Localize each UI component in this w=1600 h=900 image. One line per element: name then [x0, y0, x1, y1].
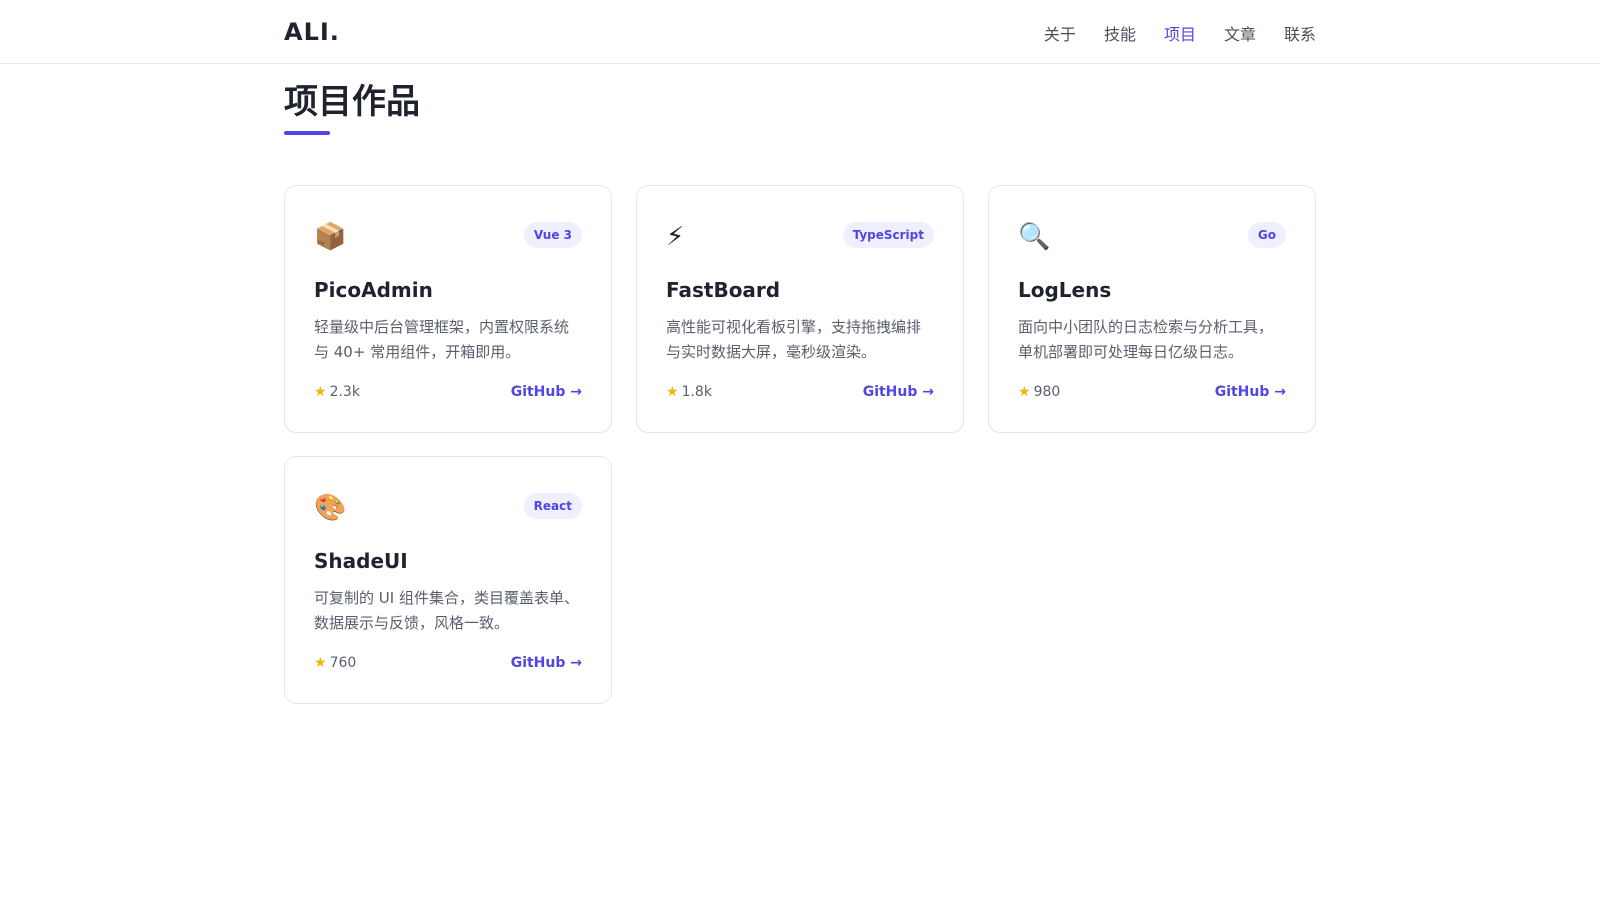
nav-item-projects[interactable]: 项目 — [1164, 21, 1196, 45]
star-icon: ★ — [666, 384, 679, 400]
star-icon: ★ — [1018, 384, 1031, 400]
star-count-value: 1.8k — [681, 384, 712, 400]
project-description: 面向中小团队的日志检索与分析工具，单机部署即可处理每日亿级日志。 — [1018, 318, 1274, 361]
palette-icon: 🎨 — [314, 493, 347, 523]
github-link[interactable]: GitHub → — [863, 382, 934, 402]
star-count: ★ 760 — [314, 653, 356, 673]
star-count: ★ 980 — [1018, 382, 1060, 402]
card-footer: ★ 760 GitHub → — [314, 653, 582, 673]
star-icon: ★ — [314, 384, 327, 400]
nav-item-skills[interactable]: 技能 — [1104, 21, 1136, 45]
github-link[interactable]: GitHub → — [511, 653, 582, 673]
project-name: PicoAdmin — [314, 278, 433, 302]
github-link[interactable]: GitHub → — [511, 382, 582, 402]
tech-tag: React — [523, 493, 582, 519]
magnifier-icon: 🔍 — [1018, 222, 1051, 252]
card-header: ⚡ TypeScript — [666, 222, 934, 252]
nav-item-articles[interactable]: 文章 — [1224, 21, 1256, 45]
project-card-fastboard[interactable]: ⚡ TypeScript FastBoard 高性能可视化看板引擎，支持拖拽编排… — [636, 185, 964, 433]
card-header: 📦 Vue 3 — [314, 222, 582, 252]
title-underline — [284, 131, 330, 135]
site-logo[interactable]: ALI. — [284, 18, 340, 46]
project-description: 轻量级中后台管理框架，内置权限系统与 40+ 常用组件，开箱即用。 — [314, 318, 570, 361]
card-header: 🎨 React — [314, 493, 582, 523]
nav-item-about[interactable]: 关于 — [1044, 21, 1076, 45]
project-name: LogLens — [1018, 278, 1112, 302]
project-name: FastBoard — [666, 278, 781, 302]
main-nav: 关于 技能 项目 文章 联系 — [1044, 21, 1316, 45]
tech-tag: Go — [1247, 222, 1286, 248]
package-icon: 📦 — [314, 222, 347, 252]
project-description: 高性能可视化看板引擎，支持拖拽编排与实时数据大屏，毫秒级渲染。 — [666, 318, 922, 361]
star-count-value: 980 — [1033, 384, 1061, 400]
projects-grid: 📦 Vue 3 PicoAdmin 轻量级中后台管理框架，内置权限系统与 40+… — [284, 185, 1316, 704]
tech-tag: TypeScript — [842, 222, 934, 248]
project-card-loglens[interactable]: 🔍 Go LogLens 面向中小团队的日志检索与分析工具，单机部署即可处理每日… — [988, 185, 1316, 433]
star-count-value: 760 — [329, 655, 357, 671]
lightning-icon: ⚡ — [666, 222, 685, 252]
card-footer: ★ 2.3k GitHub → — [314, 382, 582, 402]
top-navbar: ALI. 关于 技能 项目 文章 联系 — [0, 0, 1600, 64]
section-title: 项目作品 — [284, 82, 420, 122]
project-name: ShadeUI — [314, 549, 408, 573]
star-count-value: 2.3k — [329, 384, 360, 400]
github-link[interactable]: GitHub → — [1215, 382, 1286, 402]
tech-tag: Vue 3 — [523, 222, 582, 248]
star-icon: ★ — [314, 655, 327, 671]
nav-item-contact[interactable]: 联系 — [1284, 21, 1316, 45]
project-description: 可复制的 UI 组件集合，类目覆盖表单、数据展示与反馈，风格一致。 — [314, 589, 579, 632]
card-footer: ★ 980 GitHub → — [1018, 382, 1286, 402]
project-card-shadeui[interactable]: 🎨 React ShadeUI 可复制的 UI 组件集合，类目覆盖表单、数据展示… — [284, 456, 612, 704]
card-header: 🔍 Go — [1018, 222, 1286, 252]
card-footer: ★ 1.8k GitHub → — [666, 382, 934, 402]
star-count: ★ 1.8k — [666, 382, 712, 402]
project-card-picoadmin[interactable]: 📦 Vue 3 PicoAdmin 轻量级中后台管理框架，内置权限系统与 40+… — [284, 185, 612, 433]
star-count: ★ 2.3k — [314, 382, 360, 402]
